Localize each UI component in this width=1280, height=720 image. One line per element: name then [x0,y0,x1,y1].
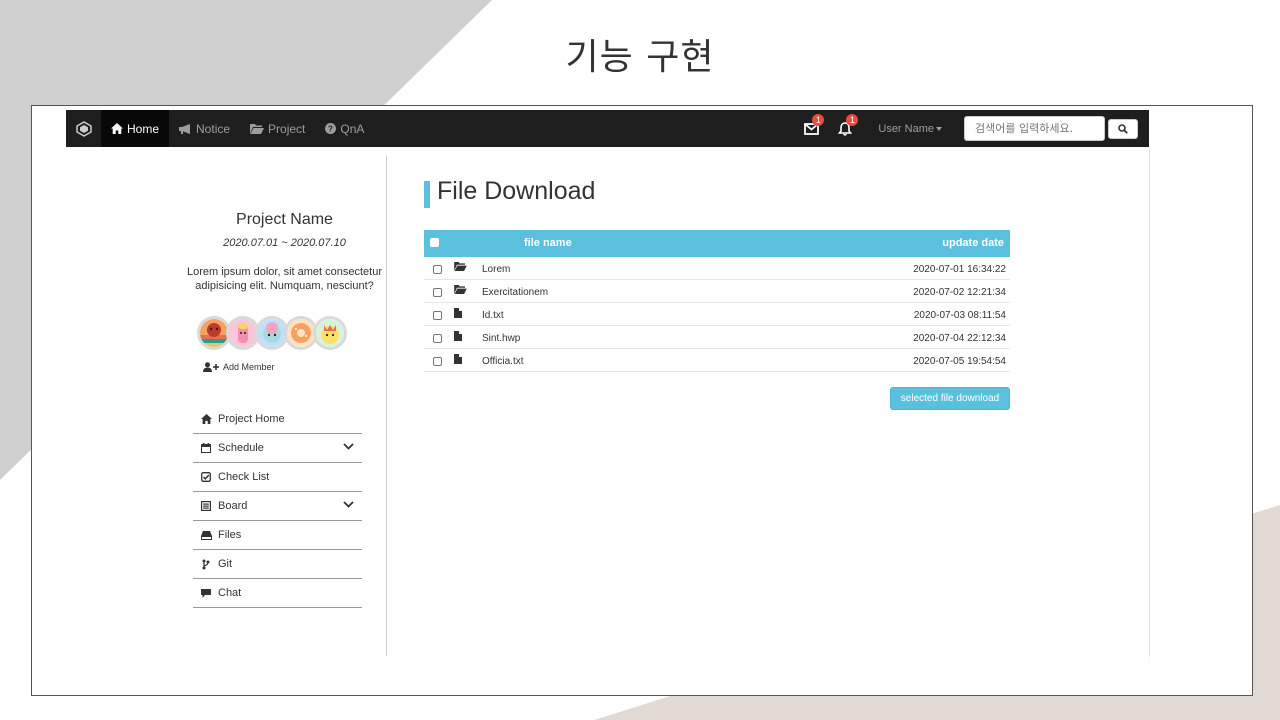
file-date: 2020-07-03 08:11:54 [913,310,1006,321]
column-update-date[interactable]: update date [942,237,1004,249]
sidebar-item-files[interactable]: Files [193,521,362,550]
nav-project[interactable]: Project [240,110,315,147]
folder-open-icon [454,262,467,271]
table-row[interactable]: Lorem 2020-07-01 16:34:22 [424,257,1010,280]
row-checkbox[interactable] [433,311,442,320]
file-date: 2020-07-01 16:34:22 [913,264,1006,275]
project-date-range: 2020.07.01 ~ 2020.07.10 [223,237,346,249]
comment-icon [201,588,211,598]
slide-title: 기능 구현 [565,37,715,78]
avatar[interactable] [313,316,347,350]
sidebar-item-label: Files [218,529,242,541]
question-circle-icon: ? [325,123,337,134]
sidebar-item-label: Check List [218,471,270,483]
file-name[interactable]: Sint.hwp [482,333,520,344]
search-icon [1118,123,1128,134]
nav-notice[interactable]: Notice [169,110,240,147]
folder-open-icon [454,285,467,294]
table-row[interactable]: Exercitationem 2020-07-02 12:21:34 [424,280,1010,303]
browser-frame: Home Notice Project ? QnA 1 1 User Name [31,105,1253,696]
nav-home[interactable]: Home [101,110,170,147]
file-icon [454,354,462,364]
file-date: 2020-07-04 22:12:34 [913,333,1006,344]
add-member-label: Add Member [223,362,275,372]
sidebar-item-chat[interactable]: Chat [193,579,362,608]
file-name[interactable]: Officia.txt [482,356,524,367]
title-accent-bar [424,181,430,208]
row-checkbox[interactable] [433,334,442,343]
sidebar-item-label: Git [218,558,233,570]
page-title: File Download [437,177,596,205]
sidebar-item-label: Board [218,500,248,512]
list-alt-icon [201,501,211,511]
calendar-icon [201,443,211,453]
member-avatars [197,316,347,352]
navbar-right: 1 1 User Name [794,110,1149,147]
sidebar-item-check-list[interactable]: Check List [193,463,362,492]
sidebar-item-label: Project Home [218,413,285,425]
messages-button[interactable]: 1 [794,110,828,147]
sidebar-item-project-home[interactable]: Project Home [193,405,362,434]
sidebar-item-schedule[interactable]: Schedule [193,434,362,463]
user-plus-icon [203,362,219,372]
file-name[interactable]: Exercitationem [482,287,548,298]
table-row[interactable]: Id.txt 2020-07-03 08:11:54 [424,303,1010,326]
megaphone-icon [179,123,191,134]
notifications-button[interactable]: 1 [828,110,862,147]
file-icon [454,331,462,341]
svg-text:?: ? [328,125,333,134]
git-branch-icon [202,559,210,569]
file-table: file name update date Lorem 2020-07-01 1… [424,230,1010,372]
cube-logo-icon [75,120,92,137]
caret-down-icon [936,126,942,131]
project-name: Project Name [236,211,333,228]
hdd-icon [200,530,212,540]
row-checkbox[interactable] [433,265,442,274]
home-icon [200,414,212,424]
project-description: Lorem ipsum dolor, sit amet consectetur … [186,266,383,292]
file-table-header: file name update date [424,230,1010,257]
chevron-down-icon[interactable] [343,501,354,508]
column-file-name[interactable]: file name [524,237,572,249]
row-checkbox[interactable] [433,357,442,366]
nav-home-label: Home [127,121,160,136]
nav-qna-label: QnA [340,121,365,136]
file-icon [454,308,462,318]
nav-notice-label: Notice [196,121,231,136]
sidebar-item-label: Schedule [218,442,264,454]
home-icon [111,123,123,134]
user-name-label: User Name [878,122,934,135]
sidebar-menu: Project Home Schedule Check List Board F… [193,405,362,608]
file-date: 2020-07-05 19:54:54 [913,356,1006,367]
file-name[interactable]: Id.txt [482,310,504,321]
nav-qna[interactable]: ? QnA [315,110,374,147]
notifications-badge: 1 [846,114,859,126]
select-all-checkbox[interactable] [430,238,439,247]
file-date: 2020-07-02 12:21:34 [913,287,1006,298]
top-navbar: Home Notice Project ? QnA 1 1 User Name [66,110,1149,147]
add-member-button[interactable]: Add Member [203,362,275,372]
project-sidebar: Project Name 2020.07.01 ~ 2020.07.10 Lor… [182,156,387,656]
table-row[interactable]: Sint.hwp 2020-07-04 22:12:34 [424,326,1010,349]
sidebar-item-label: Chat [218,587,242,599]
user-menu-dropdown[interactable]: User Name [862,123,954,135]
file-name[interactable]: Lorem [482,264,510,275]
chevron-down-icon[interactable] [343,443,354,450]
row-checkbox[interactable] [433,288,442,297]
messages-badge: 1 [812,114,825,126]
search-input[interactable] [964,116,1105,141]
folder-open-icon [250,123,265,134]
selected-file-download-button[interactable]: selected file download [890,387,1010,410]
table-row[interactable]: Officia.txt 2020-07-05 19:54:54 [424,349,1010,372]
content-right-border [1149,147,1150,657]
sidebar-item-git[interactable]: Git [193,550,362,579]
check-square-icon [201,472,211,482]
sidebar-item-board[interactable]: Board [193,492,362,521]
search-button[interactable] [1108,118,1138,139]
nav-project-label: Project [268,121,306,136]
brand-logo[interactable] [66,110,101,147]
